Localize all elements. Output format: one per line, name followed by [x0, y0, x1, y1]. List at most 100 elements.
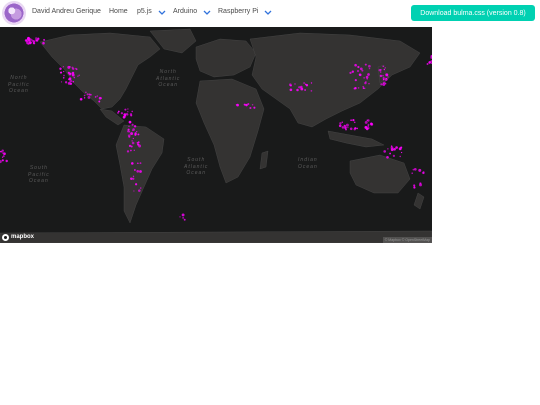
earthquake-marker[interactable] [96, 95, 98, 97]
earthquake-marker[interactable] [77, 75, 79, 77]
earthquake-marker[interactable] [362, 87, 365, 89]
earthquake-marker[interactable] [139, 187, 142, 189]
earthquake-marker[interactable] [134, 183, 138, 186]
earthquake-marker[interactable] [26, 41, 29, 45]
earthquake-marker[interactable] [413, 184, 416, 187]
earthquake-marker[interactable] [139, 170, 142, 173]
earthquake-marker[interactable] [304, 89, 307, 91]
earthquake-marker[interactable] [351, 70, 354, 73]
earthquake-marker[interactable] [62, 66, 65, 68]
earthquake-marker[interactable] [251, 104, 254, 106]
earthquake-marker[interactable] [341, 126, 345, 129]
earthquake-marker[interactable] [389, 152, 392, 155]
world-map[interactable]: North Pacific Ocean North Atlantic Ocean… [0, 27, 432, 243]
earthquake-marker[interactable] [356, 127, 359, 130]
earthquake-marker[interactable] [2, 155, 5, 158]
earthquake-marker[interactable] [100, 97, 102, 99]
earthquake-marker[interactable] [137, 162, 139, 165]
earthquake-marker[interactable] [116, 111, 120, 114]
earthquake-marker[interactable] [78, 74, 80, 76]
earthquake-marker[interactable] [182, 217, 184, 219]
earthquake-marker[interactable] [304, 83, 307, 86]
earthquake-marker[interactable] [5, 159, 8, 163]
earthquake-marker[interactable] [368, 83, 370, 85]
earthquake-marker[interactable] [300, 85, 303, 89]
earthquake-marker[interactable] [294, 83, 296, 85]
earthquake-marker[interactable] [139, 162, 142, 164]
earthquake-marker[interactable] [24, 39, 28, 42]
earthquake-marker[interactable] [344, 125, 346, 127]
earthquake-marker[interactable] [42, 41, 45, 45]
earthquake-marker[interactable] [384, 67, 387, 69]
earthquake-marker[interactable] [138, 189, 141, 192]
earthquake-marker[interactable] [345, 128, 347, 131]
map-attribution[interactable]: © Mapbox © OpenStreetMap [382, 237, 432, 243]
earthquake-marker[interactable] [399, 155, 401, 158]
earthquake-marker[interactable] [361, 69, 364, 72]
earthquake-marker[interactable] [368, 64, 371, 68]
earthquake-marker[interactable] [98, 100, 101, 103]
earthquake-marker[interactable] [128, 120, 132, 124]
earthquake-marker[interactable] [236, 103, 239, 107]
earthquake-marker[interactable] [364, 125, 368, 129]
earthquake-marker[interactable] [367, 73, 370, 76]
earthquake-marker[interactable] [310, 82, 313, 84]
earthquake-marker[interactable] [64, 81, 68, 84]
earthquake-marker[interactable] [422, 171, 425, 175]
earthquake-marker[interactable] [382, 77, 385, 80]
earthquake-marker[interactable] [1, 156, 4, 158]
earthquake-marker[interactable] [380, 83, 383, 86]
earthquake-marker[interactable] [127, 111, 129, 113]
earthquake-marker[interactable] [59, 67, 62, 71]
earthquake-marker[interactable] [398, 147, 402, 151]
earthquake-marker[interactable] [419, 182, 422, 185]
earthquake-marker[interactable] [133, 190, 135, 192]
earthquake-marker[interactable] [368, 67, 371, 70]
earthquake-marker[interactable] [383, 68, 385, 71]
earthquake-marker[interactable] [383, 150, 387, 153]
earthquake-marker[interactable] [128, 131, 131, 133]
earthquake-marker[interactable] [289, 84, 292, 87]
earthquake-marker[interactable] [63, 74, 65, 77]
earthquake-marker[interactable] [71, 71, 75, 75]
earthquake-marker[interactable] [129, 113, 133, 116]
nav-home-link[interactable]: Home [109, 8, 128, 15]
earthquake-marker[interactable] [134, 132, 137, 136]
earthquake-marker[interactable] [120, 112, 124, 115]
earthquake-marker[interactable] [289, 88, 293, 92]
earthquake-marker[interactable] [296, 88, 299, 92]
earthquake-marker[interactable] [428, 61, 432, 64]
earthquake-marker[interactable] [63, 70, 65, 73]
nav-dropdown-p5js[interactable]: p5.js [137, 8, 166, 15]
earthquake-marker[interactable] [382, 65, 384, 67]
earthquake-marker[interactable] [341, 121, 344, 123]
earthquake-marker[interactable] [349, 127, 353, 131]
earthquake-marker[interactable] [69, 82, 73, 85]
earthquake-marker[interactable] [72, 80, 75, 83]
earthquake-marker[interactable] [418, 168, 422, 172]
earthquake-marker[interactable] [130, 177, 133, 181]
earthquake-marker[interactable] [393, 148, 396, 151]
earthquake-marker[interactable] [339, 122, 342, 125]
earthquake-marker[interactable] [413, 167, 417, 171]
earthquake-marker[interactable] [136, 142, 139, 144]
earthquake-marker[interactable] [352, 118, 355, 122]
earthquake-marker[interactable] [364, 87, 366, 89]
earthquake-marker[interactable] [253, 106, 256, 109]
earthquake-marker[interactable] [365, 75, 369, 79]
earthquake-marker[interactable] [387, 76, 389, 78]
earthquake-marker[interactable] [87, 96, 91, 99]
earthquake-marker[interactable] [132, 129, 134, 132]
earthquake-marker[interactable] [310, 90, 313, 92]
earthquake-marker[interactable] [80, 98, 83, 101]
brand-logo[interactable] [3, 2, 25, 24]
earthquake-marker[interactable] [131, 123, 134, 126]
earthquake-marker[interactable] [179, 216, 181, 218]
nav-dropdown-arduino[interactable]: Arduino [173, 8, 211, 15]
earthquake-marker[interactable] [0, 160, 2, 164]
earthquake-marker[interactable] [426, 63, 429, 65]
earthquake-marker[interactable] [136, 130, 138, 133]
earthquake-marker[interactable] [124, 108, 127, 111]
earthquake-marker[interactable] [400, 151, 403, 154]
earthquake-marker[interactable] [43, 38, 46, 41]
